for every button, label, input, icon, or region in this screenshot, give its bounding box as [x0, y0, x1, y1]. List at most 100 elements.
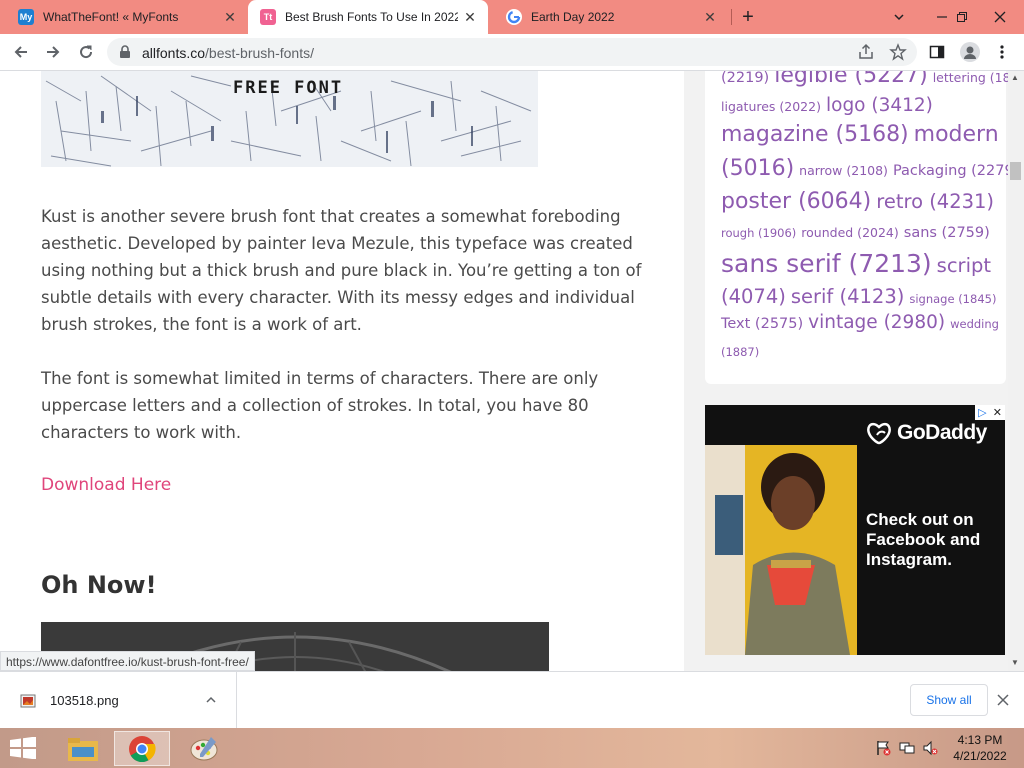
tag-cloud-line: ligatures (2022) logo (3412)	[721, 95, 938, 116]
close-icon	[994, 11, 1005, 23]
tag-cloud-line: (5016) narrow (2108) Packaging (2279)	[721, 158, 1024, 180]
windows-taskbar: 4:13 PM 4/21/2022	[0, 728, 1024, 768]
side-panel-icon[interactable]	[929, 44, 945, 60]
chevron-down-icon	[893, 14, 904, 21]
reload-icon	[80, 45, 93, 59]
tab-search-button[interactable]	[882, 0, 915, 34]
scroll-thumb[interactable]	[1010, 162, 1021, 180]
forward-button[interactable]	[40, 39, 66, 65]
tab-myfonts[interactable]: My WhatTheFont! « MyFonts ✕	[0, 0, 248, 34]
tag-link[interactable]: ligatures (2022)	[721, 99, 821, 114]
lock-icon[interactable]	[119, 45, 131, 59]
ad-photo	[705, 445, 857, 655]
windows-start-icon[interactable]	[8, 737, 38, 759]
share-icon[interactable]	[857, 43, 875, 61]
image-file-icon	[20, 694, 36, 708]
close-window-button[interactable]	[983, 0, 1016, 34]
address-bar[interactable]: allfonts.co/best-brush-fonts/	[107, 38, 917, 66]
godaddy-advertisement[interactable]: GoDaddy Check out on Facebook and Instag…	[705, 405, 1005, 655]
close-icon[interactable]: ✕	[218, 9, 242, 26]
system-clock[interactable]: 4:13 PM 4/21/2022	[942, 732, 1018, 764]
tag-link[interactable]: narrow (2108)	[799, 163, 888, 178]
restore-button[interactable]	[945, 0, 978, 34]
ad-choices-icon[interactable]: ▷ ✕	[975, 405, 1005, 420]
tag-link[interactable]: sans serif (7213)	[721, 249, 932, 278]
clock-time: 4:13 PM	[957, 733, 1003, 747]
tag-link[interactable]: (4074)	[721, 285, 786, 308]
taskbar-file-explorer[interactable]	[55, 731, 111, 766]
tag-link[interactable]: (1887)	[721, 345, 759, 359]
allfonts-icon: Tt	[260, 9, 276, 25]
tag-cloud-line: rough (1906) rounded (2024) sans (2759)	[721, 224, 995, 241]
kust-font-preview-image: FREE FONT	[41, 71, 538, 167]
chrome-icon	[129, 735, 156, 762]
url-path: /best-brush-fonts/	[205, 45, 314, 61]
godaddy-logo-icon	[867, 422, 891, 445]
scroll-down-icon[interactable]: ▼	[1011, 658, 1019, 667]
clock-date: 4/21/2022	[953, 749, 1007, 763]
close-icon[interactable]: ✕	[698, 9, 722, 26]
url-text[interactable]: allfonts.co/best-brush-fonts/	[142, 45, 314, 61]
tag-link[interactable]: logo (3412)	[826, 95, 933, 116]
ad-brand: GoDaddy	[897, 421, 987, 444]
tag-link[interactable]: retro (4231)	[876, 190, 994, 213]
sidebar: (2219) legible (5227) lettering (1892) liga…	[684, 71, 1024, 671]
download-bar: 103518.png Show all	[0, 671, 1024, 728]
reload-button[interactable]	[73, 39, 99, 65]
tag-link[interactable]: wedding	[950, 317, 999, 331]
close-icon[interactable]	[997, 694, 1009, 706]
tag-link[interactable]: serif (4123)	[791, 285, 905, 308]
restore-icon	[956, 12, 967, 22]
back-button[interactable]	[8, 39, 34, 65]
network-icon[interactable]	[899, 740, 915, 756]
page-scrollbar[interactable]: ▲ ▼	[1008, 71, 1024, 671]
tag-link[interactable]: Packaging (2279)	[893, 163, 1019, 179]
tag-link[interactable]: magazine (5168)	[721, 122, 909, 147]
volume-muted-icon[interactable]	[922, 740, 938, 756]
tag-cloud-line: (1887)	[721, 343, 764, 359]
star-icon[interactable]	[889, 43, 907, 61]
tab-allfonts[interactable]: Tt Best Brush Fonts To Use In 2022 ✕	[248, 0, 488, 34]
download-here-link[interactable]: Download Here	[41, 475, 171, 495]
tag-link[interactable]: poster (6064)	[721, 189, 871, 214]
section-heading: Oh Now!	[41, 571, 157, 599]
tag-cloud-line: poster (6064) retro (4231)	[721, 191, 999, 213]
profile-avatar[interactable]	[960, 42, 980, 62]
tab-strip: My WhatTheFont! « MyFonts ✕ Tt Best Brus…	[0, 0, 1024, 34]
tab-separator	[731, 9, 732, 25]
arrow-left-icon	[14, 46, 27, 58]
new-tab-button[interactable]: +	[735, 4, 761, 30]
file-explorer-icon	[68, 737, 98, 761]
page-viewport: FREE FONT Kust is another severe brush f…	[0, 71, 1024, 671]
tag-link[interactable]: script	[937, 254, 991, 277]
godaddy-logo: GoDaddy	[865, 421, 987, 445]
kebab-menu-icon[interactable]	[994, 44, 1010, 60]
tag-cloud-widget: (2219) legible (5227) lettering (1892) liga…	[705, 71, 1024, 384]
tag-cloud-line: Text (2575) vintage (2980) wedding	[721, 312, 1004, 333]
show-all-button[interactable]: Show all	[910, 684, 988, 716]
tag-link[interactable]: rounded (2024)	[801, 225, 898, 240]
tag-link[interactable]: vintage (2980)	[808, 312, 945, 333]
tag-link[interactable]: (5016)	[721, 156, 794, 181]
download-filename: 103518.png	[50, 693, 119, 708]
action-center-flag-icon[interactable]	[875, 740, 891, 756]
tag-link[interactable]: signage (1845)	[909, 292, 996, 306]
taskbar-paint[interactable]	[176, 731, 232, 766]
tab-title: Best Brush Fonts To Use In 2022	[285, 10, 458, 24]
scroll-up-icon[interactable]: ▲	[1011, 73, 1019, 82]
tab-earth-day[interactable]: Earth Day 2022 ✕	[488, 0, 728, 34]
tag-link[interactable]: modern	[914, 122, 999, 147]
tag-link[interactable]: sans (2759)	[904, 225, 990, 241]
close-icon[interactable]: ✕	[458, 9, 482, 26]
taskbar-chrome[interactable]	[114, 731, 170, 766]
tag-link[interactable]: Text (2575)	[721, 316, 803, 332]
chevron-up-icon[interactable]	[205, 694, 217, 706]
tag-cloud-line: sans serif (7213) script	[721, 251, 996, 276]
tag-link[interactable]: (2219)	[721, 71, 769, 86]
paragraph-characters: The font is somewhat limited in terms of…	[41, 369, 599, 442]
tag-link[interactable]: legible (5227)	[774, 71, 927, 88]
tag-link[interactable]: rough (1906)	[721, 226, 796, 240]
download-item[interactable]: 103518.png	[0, 672, 237, 728]
arrow-right-icon	[47, 46, 60, 58]
google-icon	[506, 9, 522, 25]
